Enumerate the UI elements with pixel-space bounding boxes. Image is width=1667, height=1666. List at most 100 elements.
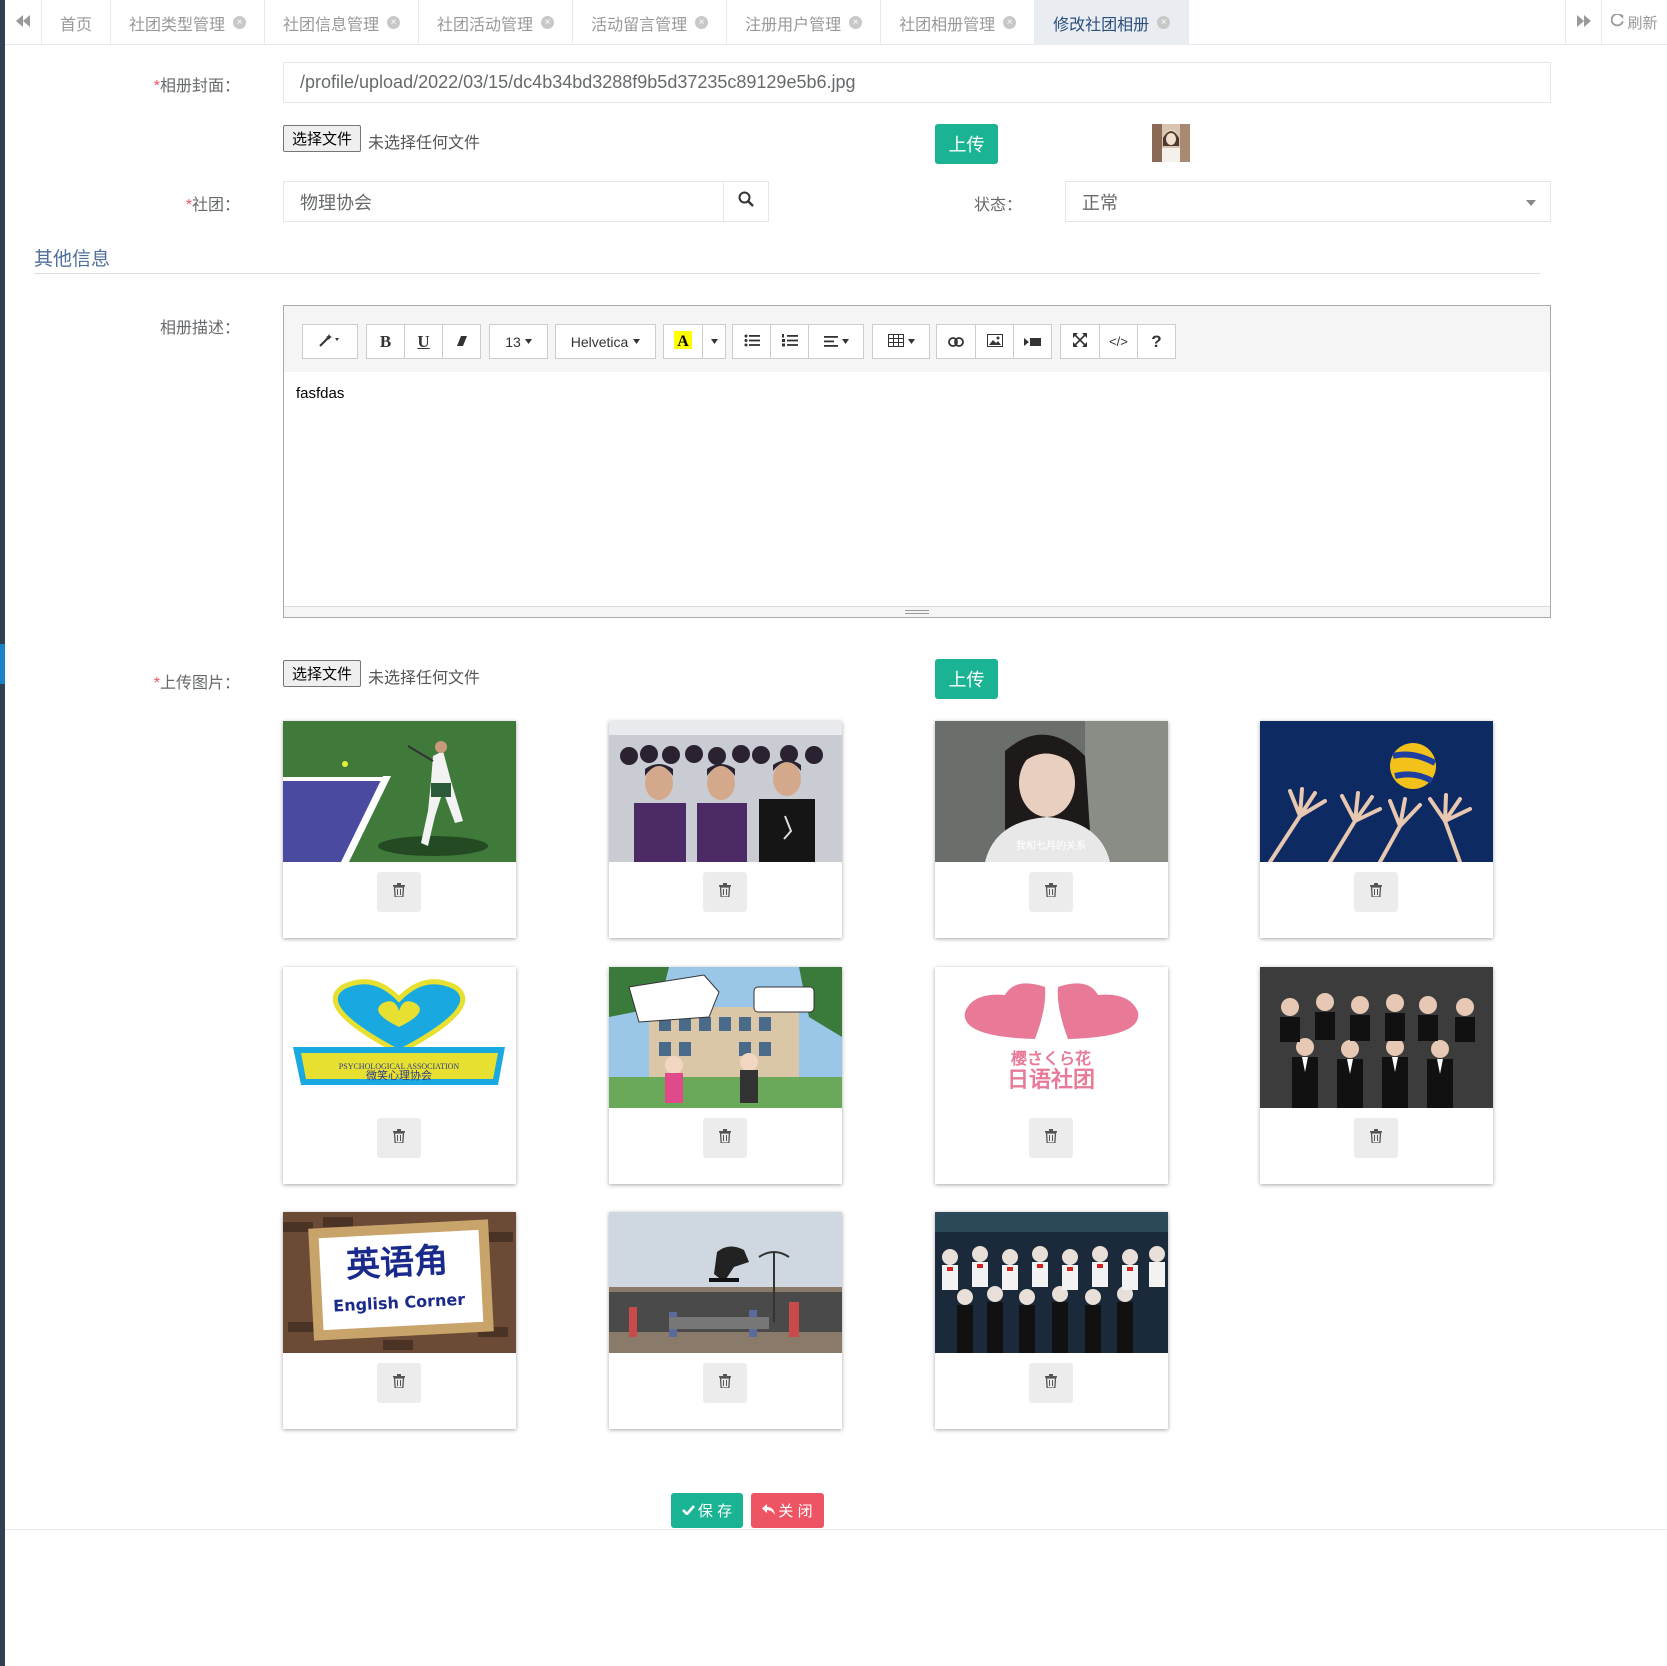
- tab-2[interactable]: 社团信息管理 ×: [265, 0, 420, 45]
- cover-upload-button[interactable]: 上传: [935, 124, 998, 164]
- table-icon: [887, 333, 904, 350]
- bold-button[interactable]: B: [366, 324, 405, 359]
- style-magic-button[interactable]: [302, 324, 358, 359]
- text-color-icon: A: [674, 331, 692, 352]
- image-card: 我和七月的关系: [935, 721, 1168, 938]
- font-color-dropdown[interactable]: [702, 324, 726, 359]
- images-choose-file-button[interactable]: 选择文件: [283, 660, 362, 687]
- trash-icon: [1045, 1128, 1057, 1148]
- image-thumbnail-psych-association: PSYCHOLOGICAL ASSOCIATION 微笑心理协会: [283, 967, 516, 1108]
- underline-button[interactable]: U: [404, 324, 443, 359]
- image-thumbnail-japanese-club: 樱さくら花 日语社团: [935, 967, 1168, 1108]
- code-view-button[interactable]: </>: [1099, 324, 1138, 359]
- close-tab-icon[interactable]: ×: [541, 16, 555, 29]
- tab-6[interactable]: 社团相册管理 ×: [881, 0, 1036, 45]
- magic-wand-icon: [318, 333, 342, 350]
- close-tab-icon[interactable]: ×: [849, 16, 863, 29]
- image-thumbnail-volleyball: [1260, 721, 1493, 862]
- left-sidebar-edge: [0, 0, 5, 1666]
- insert-picture-button[interactable]: [975, 324, 1014, 359]
- tabs-scroll-left-button[interactable]: [5, 0, 42, 45]
- align-left-icon: [823, 334, 838, 350]
- close-tab-icon[interactable]: ×: [695, 16, 709, 29]
- tab-label: 社团信息管理: [283, 16, 380, 34]
- club-search-button[interactable]: [723, 181, 769, 222]
- cover-no-file-text: 未选择任何文件: [368, 135, 481, 152]
- font-size-dropdown[interactable]: 13: [489, 324, 548, 359]
- tab-1[interactable]: 社团类型管理 ×: [111, 0, 266, 45]
- delete-image-button[interactable]: [1354, 1118, 1398, 1158]
- tab-5[interactable]: 注册用户管理 ×: [727, 0, 882, 45]
- status-select[interactable]: 正常: [1065, 181, 1551, 222]
- image-thumbnail-tennis: [283, 721, 516, 862]
- trash-icon: [393, 882, 405, 902]
- cover-choose-file-button[interactable]: 选择文件: [283, 125, 362, 152]
- paragraph-align-dropdown[interactable]: [808, 324, 864, 359]
- active-indicator: [0, 644, 5, 684]
- svg-text:A: A: [677, 333, 689, 349]
- editor-toolbar: B U 13 Helvetica A </> ?: [284, 306, 1550, 372]
- images-upload-button[interactable]: 上传: [935, 659, 998, 699]
- tab-7[interactable]: 修改社团相册 ×: [1035, 0, 1190, 45]
- image-thumbnail-children: [609, 721, 842, 862]
- bullet-list-icon: [744, 334, 760, 350]
- fullscreen-button[interactable]: [1060, 324, 1100, 359]
- delete-image-button[interactable]: [703, 1118, 747, 1158]
- delete-image-button[interactable]: [377, 872, 421, 912]
- tab-0[interactable]: 首页: [42, 0, 112, 45]
- double-chevron-left-icon: [16, 14, 30, 31]
- tab-3[interactable]: 社团活动管理 ×: [419, 0, 574, 45]
- editor-resize-handle[interactable]: [284, 606, 1550, 617]
- caret-down-icon: [710, 339, 718, 344]
- tab-list: 首页 社团类型管理 × 社团信息管理 × 社团活动管理 × 活动留言管理 × 注册用户管理 × 社团相…: [42, 0, 1190, 45]
- delete-image-button[interactable]: [1029, 872, 1073, 912]
- eraser-icon: [456, 334, 468, 350]
- delete-image-button[interactable]: [1354, 872, 1398, 912]
- delete-image-button[interactable]: [1029, 1363, 1073, 1403]
- font-color-button[interactable]: A: [663, 324, 703, 359]
- table-dropdown[interactable]: [872, 324, 930, 359]
- cover-path-input[interactable]: /profile/upload/2022/03/15/dc4b34bd3288f…: [283, 62, 1551, 103]
- jp-top-text: 樱さくら花: [1011, 1049, 1091, 1068]
- editor-content[interactable]: fasfdas: [296, 385, 344, 402]
- cover-preview-thumbnail: [1152, 124, 1190, 162]
- insert-link-button[interactable]: [936, 324, 976, 359]
- clear-format-button[interactable]: [442, 324, 481, 359]
- close-tab-icon[interactable]: ×: [387, 16, 401, 29]
- club-input[interactable]: 物理协会: [283, 181, 724, 222]
- help-button[interactable]: ?: [1137, 324, 1176, 359]
- close-tab-icon[interactable]: ×: [1157, 16, 1171, 29]
- image-card: PSYCHOLOGICAL ASSOCIATION 微笑心理协会: [283, 967, 516, 1184]
- image-thumbnail-english-corner: 英语角 English Corner: [283, 1212, 516, 1353]
- image-card: 英语角 English Corner: [283, 1212, 516, 1429]
- chevron-down-icon: [1526, 200, 1536, 206]
- section-divider: [34, 273, 1540, 274]
- video-icon: [1024, 334, 1041, 350]
- tab-label: 修改社团相册: [1053, 16, 1150, 34]
- images-label: *上传图片：: [153, 675, 240, 692]
- delete-image-button[interactable]: [703, 1363, 747, 1403]
- cover-label: *相册封面：: [153, 78, 240, 95]
- unordered-list-button[interactable]: [732, 324, 771, 359]
- insert-video-button[interactable]: [1013, 324, 1052, 359]
- tab-4[interactable]: 活动留言管理 ×: [573, 0, 728, 45]
- close-tab-icon[interactable]: ×: [1003, 16, 1017, 29]
- delete-image-button[interactable]: [1029, 1118, 1073, 1158]
- ordered-list-button[interactable]: [770, 324, 809, 359]
- trash-icon: [1370, 1128, 1382, 1148]
- image-card: 樱さくら花 日语社团: [935, 967, 1168, 1184]
- font-name-dropdown[interactable]: Helvetica: [555, 324, 656, 359]
- image-card: [609, 721, 842, 938]
- delete-image-button[interactable]: [377, 1363, 421, 1403]
- double-chevron-right-icon: [1576, 14, 1591, 31]
- reply-icon: [762, 1502, 776, 1519]
- save-button[interactable]: 保 存: [671, 1493, 743, 1528]
- delete-image-button[interactable]: [377, 1118, 421, 1158]
- delete-image-button[interactable]: [703, 872, 747, 912]
- close-tab-icon[interactable]: ×: [233, 16, 247, 29]
- image-thumbnail-skateboard: [609, 1212, 842, 1353]
- close-button[interactable]: 关 闭: [751, 1493, 824, 1528]
- refresh-button[interactable]: 刷新: [1602, 0, 1667, 45]
- description-label: 相册描述：: [159, 320, 240, 337]
- tabs-scroll-right-button[interactable]: [1565, 0, 1602, 45]
